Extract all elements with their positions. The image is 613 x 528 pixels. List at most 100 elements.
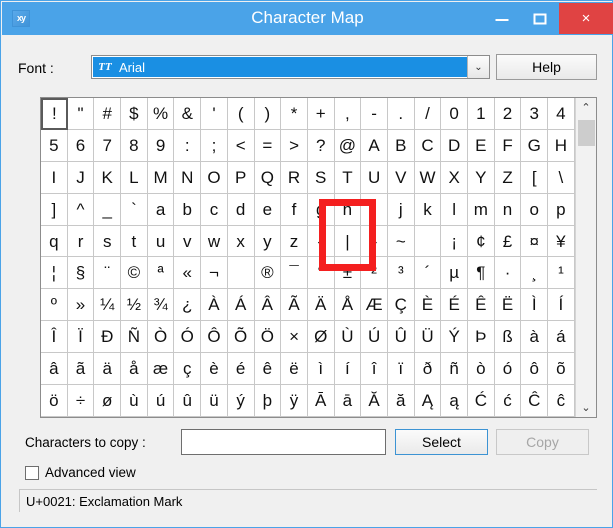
character-cell[interactable]: V <box>387 161 415 194</box>
character-cell[interactable]: j <box>387 193 415 226</box>
character-cell[interactable]: m <box>468 193 495 226</box>
character-cell[interactable]: * <box>281 98 308 130</box>
character-cell[interactable]: l <box>441 193 468 226</box>
character-cell[interactable]: å <box>121 353 148 386</box>
character-cell[interactable]: } <box>361 225 388 258</box>
character-cell[interactable]: ÿ <box>281 385 308 417</box>
character-cell[interactable]: Ó <box>174 321 202 354</box>
character-cell[interactable]: ² <box>361 257 388 290</box>
character-cell[interactable]: _ <box>94 193 122 226</box>
character-cell[interactable]: ê <box>254 353 282 386</box>
character-cell[interactable]: Ê <box>468 289 495 322</box>
character-cell[interactable]: v <box>174 225 202 258</box>
character-cell[interactable]: R <box>281 161 308 194</box>
character-grid-scrollbar[interactable]: ⌃ ⌄ <box>575 98 596 417</box>
character-cell[interactable]: 4 <box>548 98 575 130</box>
character-cell[interactable]: @ <box>334 129 362 162</box>
character-cell[interactable]: Õ <box>227 321 255 354</box>
advanced-view-row[interactable]: Advanced view <box>25 465 136 480</box>
character-cell[interactable]: ¹ <box>548 257 575 290</box>
character-cell[interactable]: ú <box>147 385 175 417</box>
character-cell[interactable]: õ <box>548 353 575 386</box>
character-cell[interactable]: Î <box>41 321 68 354</box>
character-cell[interactable]: y <box>254 225 282 258</box>
character-cell[interactable]: E <box>468 129 495 162</box>
character-cell[interactable]: ð <box>414 353 442 386</box>
character-cell[interactable]: á <box>548 321 575 354</box>
character-cell[interactable]: Ø <box>307 321 335 354</box>
character-cell[interactable]: Ú <box>361 321 388 354</box>
character-cell[interactable]: ñ <box>441 353 468 386</box>
character-cell[interactable]: q <box>41 225 68 258</box>
character-cell[interactable]: H <box>548 129 575 162</box>
character-cell[interactable]: h <box>334 193 362 226</box>
character-cell[interactable]: × <box>281 321 308 354</box>
character-cell[interactable]: a <box>147 193 175 226</box>
character-cell[interactable]: o <box>521 193 549 226</box>
character-cell[interactable]: à <box>521 321 549 354</box>
character-cell[interactable]: ü <box>201 385 228 417</box>
character-cell[interactable]: 6 <box>67 129 95 162</box>
character-cell[interactable]: f <box>281 193 308 226</box>
character-cell[interactable] <box>414 225 442 258</box>
character-cell[interactable]: { <box>307 225 335 258</box>
character-cell[interactable]: Æ <box>361 289 388 322</box>
character-grid[interactable]: ! " # $% & '() * +, -./0 1 2 3 4 5 6 7 8 9:; < = >? @ A B C D E F G H… <box>41 98 575 417</box>
help-button[interactable]: Help <box>496 54 597 80</box>
character-cell[interactable]: I <box>41 161 68 194</box>
character-cell[interactable]: e <box>254 193 282 226</box>
characters-to-copy-input[interactable] <box>181 429 386 455</box>
character-cell[interactable]: î <box>361 353 388 386</box>
character-cell[interactable]: 9 <box>147 129 175 162</box>
character-cell[interactable]: Ą <box>414 385 442 417</box>
font-combobox-selected-item[interactable]: TT Arial <box>93 57 467 77</box>
character-cell[interactable]: è <box>201 353 228 386</box>
character-cell[interactable]: · <box>494 257 522 290</box>
character-cell[interactable]: ¬ <box>201 257 228 290</box>
character-cell[interactable]: Ý <box>441 321 468 354</box>
character-cell[interactable]: d <box>227 193 255 226</box>
character-cell[interactable]: í <box>334 353 362 386</box>
select-button[interactable]: Select <box>395 429 488 455</box>
character-cell[interactable]: & <box>174 98 202 130</box>
character-cell[interactable]: û <box>174 385 202 417</box>
character-cell[interactable]: ` <box>121 193 148 226</box>
character-cell[interactable]: 0 <box>441 98 468 130</box>
character-cell[interactable]: ç <box>174 353 202 386</box>
character-cell[interactable]: Ç <box>387 289 415 322</box>
character-cell[interactable]: ÷ <box>67 385 95 417</box>
character-cell[interactable]: ¼ <box>94 289 122 322</box>
character-cell[interactable]: Ā <box>307 385 335 417</box>
chevron-down-icon[interactable]: ⌄ <box>467 56 489 78</box>
character-cell[interactable]: Ă <box>361 385 388 417</box>
character-cell[interactable]: Ä <box>307 289 335 322</box>
character-cell[interactable]: º <box>41 289 68 322</box>
character-cell[interactable]: ¤ <box>521 225 549 258</box>
character-cell[interactable]: » <box>67 289 95 322</box>
character-cell[interactable]: n <box>494 193 522 226</box>
character-cell[interactable]: æ <box>147 353 175 386</box>
character-cell[interactable]: Ë <box>494 289 522 322</box>
character-cell[interactable]: ö <box>41 385 68 417</box>
character-cell[interactable]: - <box>361 98 388 130</box>
character-cell[interactable]: Û <box>387 321 415 354</box>
character-cell[interactable]: þ <box>254 385 282 417</box>
character-cell[interactable]: ó <box>494 353 522 386</box>
character-cell[interactable]: © <box>121 257 148 290</box>
character-cell[interactable]: ; <box>201 129 228 162</box>
character-cell[interactable]: b <box>174 193 202 226</box>
character-cell[interactable]: B <box>387 129 415 162</box>
character-cell[interactable]: ´ <box>414 257 442 290</box>
close-button[interactable]: × <box>559 3 613 34</box>
character-cell[interactable]: Ï <box>67 321 95 354</box>
character-cell[interactable]: M <box>147 161 175 194</box>
character-cell[interactable]: 2 <box>494 98 522 130</box>
character-cell[interactable]: ^ <box>67 193 95 226</box>
character-cell[interactable]: W <box>414 161 442 194</box>
character-cell[interactable]: Y <box>468 161 495 194</box>
character-cell[interactable]: ë <box>281 353 308 386</box>
character-cell[interactable]: # <box>94 98 122 130</box>
character-cell[interactable]: Â <box>254 289 282 322</box>
character-cell[interactable]: ¾ <box>147 289 175 322</box>
character-cell[interactable]: Ć <box>468 385 495 417</box>
